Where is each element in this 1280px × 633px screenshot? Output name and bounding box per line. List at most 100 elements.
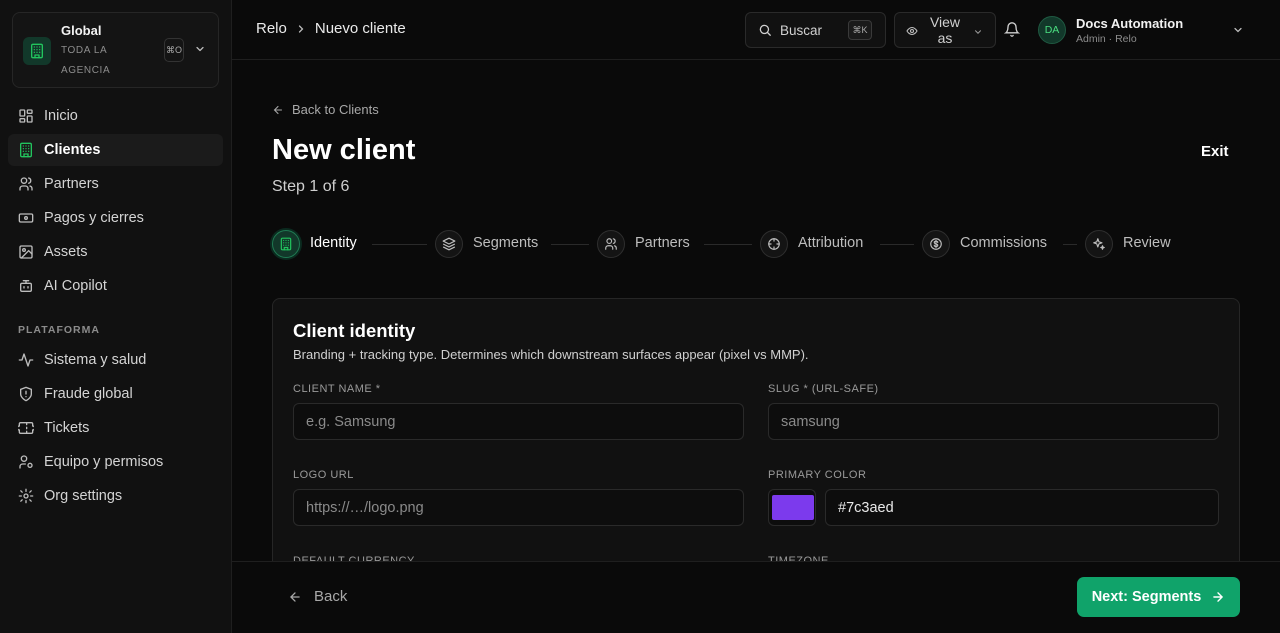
crosshair-icon bbox=[768, 238, 780, 250]
step-segments[interactable]: Segments bbox=[473, 235, 538, 251]
topbar: Relo Nuevo cliente Buscar ⌘K View as DA … bbox=[232, 0, 1280, 60]
sidebar-item-label: Equipo y permisos bbox=[44, 454, 164, 470]
banknote-icon bbox=[18, 210, 34, 226]
back-to-clients-link[interactable]: Back to Clients bbox=[272, 102, 379, 117]
sidebar-item-equipo[interactable]: Equipo y permisos bbox=[8, 446, 223, 478]
logo-url-input[interactable] bbox=[293, 489, 744, 526]
dollar-icon bbox=[930, 238, 942, 250]
org-switcher[interactable]: Global TODA LA AGENCIA ⌘O bbox=[12, 12, 219, 88]
sidebar-item-partners[interactable]: Partners bbox=[8, 168, 223, 200]
color-swatch-fill bbox=[772, 495, 814, 520]
step-commissions[interactable]: Commissions bbox=[960, 235, 1047, 251]
arrow-left-icon bbox=[288, 590, 314, 604]
search-icon bbox=[758, 23, 772, 37]
building-icon bbox=[280, 237, 292, 251]
step-identity-icon[interactable] bbox=[272, 230, 300, 258]
exit-button[interactable]: Exit bbox=[1201, 143, 1229, 160]
sidebar-item-label: Assets bbox=[44, 244, 88, 260]
search-shortcut: ⌘K bbox=[848, 20, 872, 40]
bot-icon bbox=[18, 278, 34, 294]
logo-url-label: LOGO URL bbox=[293, 469, 354, 481]
activity-icon bbox=[18, 352, 34, 368]
step-connector bbox=[1063, 244, 1077, 245]
client-identity-card bbox=[272, 298, 1240, 598]
slug-label: SLUG * (URL-SAFE) bbox=[768, 383, 879, 395]
chevron-right-icon bbox=[295, 23, 307, 35]
sidebar-item-org-settings[interactable]: Org settings bbox=[8, 480, 223, 512]
back-button-label: Back bbox=[314, 588, 348, 605]
primary-color-label: PRIMARY COLOR bbox=[768, 469, 867, 481]
arrow-right-icon bbox=[1201, 590, 1225, 604]
building-icon bbox=[18, 142, 34, 158]
nav-section-label: PLATAFORMA bbox=[18, 324, 100, 336]
sidebar-item-inicio[interactable]: Inicio bbox=[8, 100, 223, 132]
step-attribution-icon[interactable] bbox=[760, 230, 788, 258]
step-segments-icon[interactable] bbox=[435, 230, 463, 258]
step-indicator: Step 1 of 6 bbox=[272, 178, 350, 195]
chevron-down-icon[interactable] bbox=[1232, 24, 1244, 36]
user-role: Admin · Relo bbox=[1076, 33, 1137, 45]
view-as-dropdown[interactable]: View as bbox=[894, 12, 996, 48]
breadcrumb: Relo Nuevo cliente bbox=[256, 20, 406, 37]
step-connector bbox=[704, 244, 752, 245]
step-connector bbox=[880, 244, 914, 245]
sidebar-item-clientes[interactable]: Clientes bbox=[8, 134, 223, 166]
sidebar-item-assets[interactable]: Assets bbox=[8, 236, 223, 268]
org-name: Global bbox=[61, 23, 102, 38]
sparkles-icon bbox=[1093, 238, 1105, 250]
slug-input[interactable] bbox=[768, 403, 1219, 440]
page-title: New client bbox=[272, 134, 416, 166]
step-review-icon[interactable] bbox=[1085, 230, 1113, 258]
sidebar-item-ai-copilot[interactable]: AI Copilot bbox=[8, 270, 223, 302]
search-button[interactable]: Buscar ⌘K bbox=[745, 12, 886, 48]
sidebar-item-pagos[interactable]: Pagos y cierres bbox=[8, 202, 223, 234]
sidebar: Global TODA LA AGENCIA ⌘O Inicio Cliente… bbox=[0, 0, 232, 633]
grid-icon bbox=[18, 108, 34, 124]
card-title: Client identity bbox=[293, 320, 416, 341]
building-icon bbox=[23, 37, 51, 65]
back-link-label: Back to Clients bbox=[292, 102, 379, 117]
bell-icon[interactable] bbox=[1004, 21, 1020, 38]
step-partners-icon[interactable] bbox=[597, 230, 625, 258]
step-connector bbox=[372, 244, 427, 245]
user-name[interactable]: Docs Automation bbox=[1076, 16, 1183, 31]
ticket-icon bbox=[18, 420, 34, 436]
shield-icon bbox=[18, 386, 34, 402]
image-icon bbox=[18, 244, 34, 260]
color-picker-swatch[interactable] bbox=[768, 489, 816, 526]
breadcrumb-item-relo[interactable]: Relo bbox=[256, 20, 287, 37]
sidebar-item-label: Pagos y cierres bbox=[44, 210, 144, 226]
breadcrumb-item-current: Nuevo cliente bbox=[314, 20, 406, 37]
view-as-label: View as bbox=[929, 14, 961, 46]
sidebar-item-label: Partners bbox=[44, 176, 99, 192]
sidebar-item-label: Fraude global bbox=[44, 386, 133, 402]
client-name-input[interactable] bbox=[293, 403, 744, 440]
client-name-label: CLIENT NAME * bbox=[293, 383, 381, 395]
sidebar-item-label: Sistema y salud bbox=[44, 352, 147, 368]
avatar[interactable]: DA bbox=[1038, 16, 1066, 44]
eye-icon bbox=[906, 25, 918, 37]
primary-color-input[interactable] bbox=[825, 489, 1219, 526]
arrow-left-icon bbox=[272, 104, 292, 116]
next-segments-button[interactable]: Next: Segments bbox=[1077, 577, 1240, 617]
chevron-down-icon bbox=[973, 27, 983, 37]
sidebar-item-fraude[interactable]: Fraude global bbox=[8, 378, 223, 410]
sidebar-item-label: Org settings bbox=[44, 488, 123, 504]
gear-icon bbox=[18, 488, 34, 504]
card-description: Branding + tracking type. Determines whi… bbox=[293, 347, 809, 362]
sidebar-item-sistema[interactable]: Sistema y salud bbox=[8, 344, 223, 376]
back-button[interactable]: Back bbox=[288, 588, 347, 605]
step-partners[interactable]: Partners bbox=[635, 235, 690, 251]
users-icon bbox=[605, 238, 617, 250]
step-review[interactable]: Review bbox=[1123, 235, 1171, 251]
layers-icon bbox=[442, 237, 456, 251]
chevron-down-icon bbox=[194, 43, 206, 55]
step-commissions-icon[interactable] bbox=[922, 230, 950, 258]
sidebar-item-label: Tickets bbox=[44, 420, 90, 436]
step-identity[interactable]: Identity bbox=[310, 235, 357, 251]
search-label: Buscar bbox=[780, 23, 823, 38]
org-shortcut: ⌘O bbox=[164, 38, 184, 62]
sidebar-item-tickets[interactable]: Tickets bbox=[8, 412, 223, 444]
sidebar-item-label: AI Copilot bbox=[44, 278, 107, 294]
step-attribution[interactable]: Attribution bbox=[798, 235, 863, 251]
